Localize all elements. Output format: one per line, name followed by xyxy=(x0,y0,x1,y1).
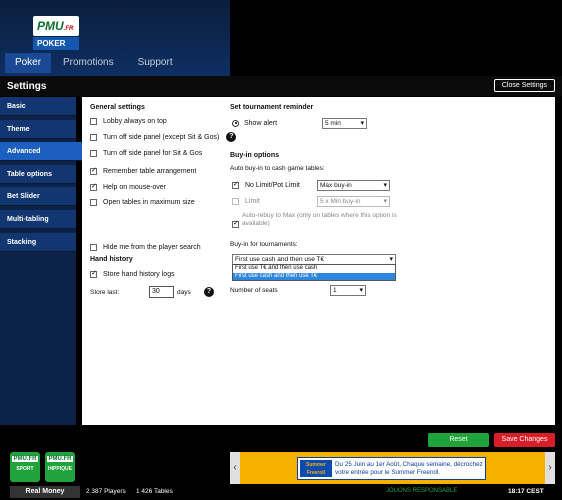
players-count: 2 387 Players xyxy=(86,488,126,495)
status-bar: Real Money 2 387 Players 1 426 Tables JO… xyxy=(0,484,562,500)
help-icon[interactable]: ? xyxy=(226,132,237,142)
option-hide-me[interactable]: Hide me from the player search xyxy=(90,241,201,253)
option-remember-arrangement[interactable]: Remember table arrangement xyxy=(90,165,196,177)
checkbox[interactable] xyxy=(232,197,239,205)
auto-rebuy-label: Auto-rebuy to Max (only on tables where … xyxy=(242,212,397,227)
option-open-max-size[interactable]: Open tables in maximum size xyxy=(90,196,195,208)
buyin-options-heading: Buy-in options xyxy=(230,152,279,159)
checkbox[interactable] xyxy=(90,182,97,191)
jouons-responsable[interactable]: JOUONS RESPONSABLE xyxy=(386,488,457,494)
pmu-sport-icon[interactable]: PMU.FR SPORT xyxy=(10,452,40,482)
store-last-input[interactable]: 30 xyxy=(149,286,174,298)
bottom-actions: Reset Save Changes xyxy=(0,425,562,452)
hippique-label: HIPPIQUE xyxy=(48,466,72,472)
sidebar-item-basic[interactable]: Basic xyxy=(0,97,76,116)
banner-text: Du 25 Juin au 1er Août, Chaque semaine, … xyxy=(335,461,483,476)
option-side-panel-except-sng[interactable]: Turn off side panel (except Sit & Gos) ? xyxy=(90,131,237,143)
tournament-reminder-heading: Set tournament reminder xyxy=(230,104,314,111)
tab-poker[interactable]: Poker xyxy=(5,53,51,73)
radio-button[interactable] xyxy=(232,119,239,127)
option-label: Help on mouse-over xyxy=(103,183,167,191)
brand-area: PMU.FR POKER Poker Promotions Support xyxy=(0,0,230,76)
settings-title: Settings xyxy=(7,81,47,92)
auto-rebuy-checkbox[interactable] xyxy=(232,219,239,228)
main-tabs: Poker Promotions Support xyxy=(5,53,185,73)
option-label: Show alert xyxy=(244,119,278,127)
option-label: Remember table arrangement xyxy=(103,167,197,175)
option-label: No Limit/Pot Limit xyxy=(245,181,300,189)
promo-banner[interactable]: ‹ › Summer Freeroll Du 25 Juin au 1er Ao… xyxy=(230,452,555,484)
save-changes-button[interactable]: Save Changes xyxy=(494,433,555,447)
dropdown-option[interactable]: First use T€ and then use cash xyxy=(233,265,395,273)
checkbox[interactable] xyxy=(90,198,97,206)
seats-label: Number of seats xyxy=(230,287,278,294)
freeroll-badge: Summer Freeroll xyxy=(300,460,332,477)
limit-buyin-select[interactable]: 5 x Min buy-in xyxy=(317,196,390,207)
settings-panel: General settings Lobby always on top Tur… xyxy=(82,97,555,425)
checkbox[interactable] xyxy=(90,269,97,278)
days-label: days xyxy=(177,289,191,296)
sidebar-item-table-options[interactable]: Table options xyxy=(0,164,76,184)
tournament-buyin-dropdown: First use T€ and then use cash First use… xyxy=(232,264,396,281)
option-label: Hide me from the player search xyxy=(103,243,201,251)
option-show-alert[interactable]: Show alert xyxy=(232,117,277,129)
logo-tld: .FR xyxy=(63,26,74,32)
sport-label: SPORT xyxy=(16,466,34,472)
tournament-buyin-label: Buy-in for tournaments: xyxy=(230,241,298,248)
checkbox[interactable] xyxy=(90,117,97,125)
alert-time-select[interactable]: 5 min xyxy=(322,118,367,129)
sidebar-item-theme[interactable]: Theme xyxy=(0,119,76,139)
pmu-logo: PMU.FR POKER xyxy=(33,16,79,50)
checkbox[interactable] xyxy=(90,149,97,157)
tab-promotions[interactable]: Promotions xyxy=(51,53,126,73)
top-bar: PMU.FR POKER Poker Promotions Support xyxy=(0,0,562,76)
tables-count: 1 426 Tables xyxy=(136,488,173,495)
clock: 18:17 CEST xyxy=(508,488,544,495)
checkbox[interactable] xyxy=(232,180,239,189)
close-settings-button[interactable]: Close Settings xyxy=(493,79,555,92)
option-label: Open tables in maximum size xyxy=(103,198,195,206)
option-label: Store hand history logs xyxy=(103,270,175,278)
hippique-logo: PMU.FR xyxy=(47,456,73,462)
sidebar-item-stacking[interactable]: Stacking xyxy=(0,232,76,252)
logo-product: POKER xyxy=(33,37,79,50)
help-icon[interactable]: ? xyxy=(204,287,214,297)
checkbox[interactable] xyxy=(90,166,97,175)
option-label: Turn off side panel for Sit & Gos xyxy=(103,149,203,157)
checkbox[interactable] xyxy=(90,133,97,141)
reset-button[interactable]: Reset xyxy=(428,433,489,447)
sidebar-item-advanced[interactable]: Advanced xyxy=(0,142,88,162)
settings-header: Settings Close Settings xyxy=(0,76,562,96)
option-label: Limit xyxy=(245,197,260,205)
seats-select[interactable]: 1 xyxy=(330,285,366,296)
checkbox[interactable] xyxy=(90,243,97,251)
option-store-hand-history[interactable]: Store hand history logs xyxy=(90,268,175,280)
option-help-mouseover[interactable]: Help on mouse-over xyxy=(90,181,166,193)
settings-sidebar: Basic Theme Advanced Table options Bet S… xyxy=(0,97,88,425)
option-label: Lobby always on top xyxy=(103,117,167,125)
sidebar-item-multi-tabling[interactable]: Multi-tabling xyxy=(0,209,76,229)
option-label: Turn off side panel (except Sit & Gos) xyxy=(103,133,220,141)
option-nolimit[interactable]: No Limit/Pot Limit xyxy=(232,179,300,191)
store-last-label: Store last: xyxy=(90,289,120,296)
logo-brand: PMU xyxy=(37,19,64,33)
banner-content: Summer Freeroll Du 25 Juin au 1er Août, … xyxy=(297,457,486,480)
real-money-toggle[interactable]: Real Money xyxy=(10,486,80,498)
general-settings-heading: General settings xyxy=(90,104,145,111)
sidebar-item-bet-slider[interactable]: Bet Slider xyxy=(0,187,76,207)
option-lobby-on-top[interactable]: Lobby always on top xyxy=(90,115,167,127)
option-limit[interactable]: Limit xyxy=(232,195,260,207)
nolimit-buyin-select[interactable]: Max buy-in xyxy=(317,180,390,191)
sport-logo: PMU.FR xyxy=(12,456,38,462)
auto-buyin-label: Auto buy-in to cash game tables: xyxy=(230,165,325,172)
dropdown-option-selected[interactable]: First use cash and then use T€ xyxy=(233,272,395,280)
hand-history-heading: Hand history xyxy=(90,256,133,263)
chevron-right-icon[interactable]: › xyxy=(545,452,555,484)
option-side-panel-sng[interactable]: Turn off side panel for Sit & Gos xyxy=(90,147,202,159)
pmu-hippique-icon[interactable]: PMU.FR HIPPIQUE xyxy=(45,452,75,482)
chevron-left-icon[interactable]: ‹ xyxy=(230,452,240,484)
tab-support[interactable]: Support xyxy=(126,53,185,73)
